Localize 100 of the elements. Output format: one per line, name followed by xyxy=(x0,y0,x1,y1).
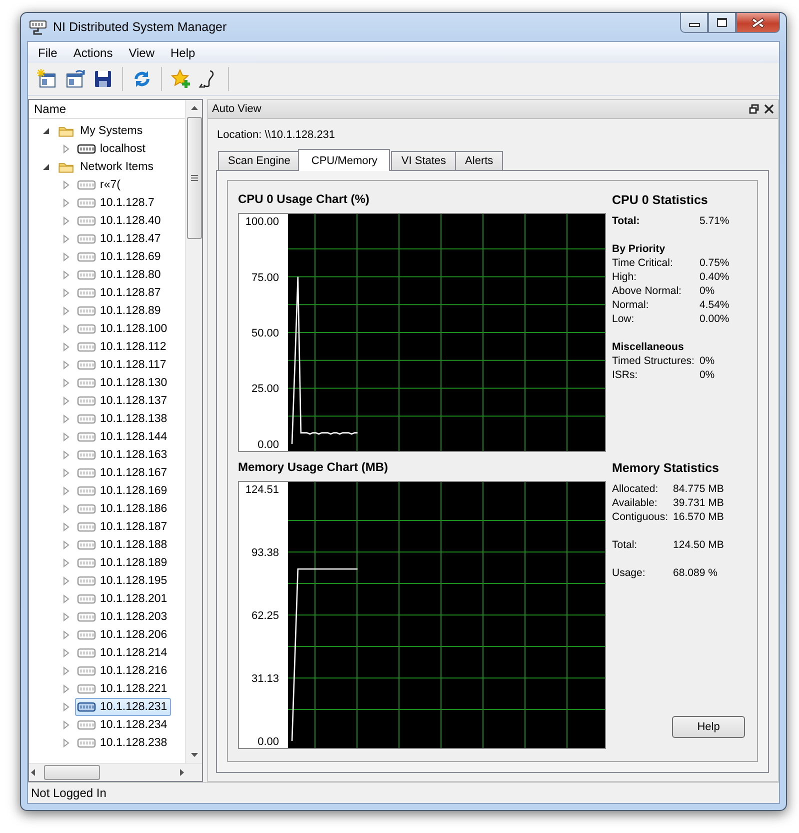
menu-item[interactable]: Help xyxy=(162,42,204,62)
tree-item[interactable]: 10.1.128.89 xyxy=(75,302,165,320)
tree-item[interactable]: 10.1.128.203 xyxy=(75,608,172,626)
expand-arrow-icon[interactable] xyxy=(61,522,71,532)
horizontal-scrollbar[interactable] xyxy=(29,763,202,781)
tree-item[interactable]: 10.1.128.80 xyxy=(75,266,165,284)
expand-arrow-icon[interactable] xyxy=(61,252,71,262)
scrollbar-thumb[interactable] xyxy=(186,117,202,239)
tree-item[interactable]: 10.1.128.40 xyxy=(75,212,165,230)
tab[interactable]: VI States xyxy=(391,151,456,170)
tree-item[interactable]: 10.1.128.187 xyxy=(75,518,172,536)
tree-item[interactable]: 10.1.128.112 xyxy=(75,338,170,356)
maximize-button[interactable] xyxy=(708,13,736,33)
tree-item[interactable]: My Systems xyxy=(55,122,147,140)
tree-item[interactable]: Network Items xyxy=(55,158,158,176)
tree-item[interactable]: 10.1.128.117 xyxy=(75,356,170,374)
expand-arrow-icon[interactable] xyxy=(61,216,71,226)
expand-arrow-icon[interactable] xyxy=(61,144,71,154)
expand-arrow-icon[interactable] xyxy=(61,504,71,514)
tree-item[interactable]: 10.1.128.130 xyxy=(75,374,172,392)
star-plus-icon[interactable] xyxy=(170,68,192,90)
collapse-arrow-icon[interactable] xyxy=(41,162,51,172)
expand-arrow-icon[interactable] xyxy=(61,270,71,280)
scroll-right-icon[interactable] xyxy=(177,768,186,777)
tree-item[interactable]: 10.1.128.189 xyxy=(75,554,172,572)
tree-item[interactable]: 10.1.128.231 xyxy=(75,698,172,716)
tree-item[interactable]: 10.1.128.163 xyxy=(75,446,172,464)
tab[interactable]: Scan Engine xyxy=(218,151,300,170)
stat-value: 16.570 MB xyxy=(673,510,724,524)
minimize-button[interactable] xyxy=(680,13,708,33)
tree-item[interactable]: localhost xyxy=(75,140,150,158)
device-icon xyxy=(77,539,96,551)
expand-arrow-icon[interactable] xyxy=(61,234,71,244)
tree-item[interactable]: 10.1.128.167 xyxy=(75,464,172,482)
expand-arrow-icon[interactable] xyxy=(61,324,71,334)
y-tick-label: 62.25 xyxy=(251,610,279,622)
tree-item[interactable]: 10.1.128.195 xyxy=(75,572,172,590)
menu-item[interactable]: File xyxy=(30,42,66,62)
expand-arrow-icon[interactable] xyxy=(61,594,71,604)
tree-item[interactable]: 10.1.128.186 xyxy=(75,500,172,518)
tree-item[interactable]: 10.1.128.206 xyxy=(75,626,172,644)
expand-arrow-icon[interactable] xyxy=(61,738,71,748)
expand-arrow-icon[interactable] xyxy=(61,558,71,568)
expand-arrow-icon[interactable] xyxy=(61,414,71,424)
expand-arrow-icon[interactable] xyxy=(61,486,71,496)
tree-item[interactable]: 10.1.128.169 xyxy=(75,482,172,500)
tree-item[interactable]: 10.1.128.100 xyxy=(75,320,172,338)
collapse-arrow-icon[interactable] xyxy=(41,126,51,136)
menu-item[interactable]: View xyxy=(120,42,162,62)
scrollbar-thumb[interactable] xyxy=(44,765,100,780)
tree-item[interactable]: 10.1.128.234 xyxy=(75,716,172,734)
expand-arrow-icon[interactable] xyxy=(61,540,71,550)
expand-arrow-icon[interactable] xyxy=(61,288,71,298)
expand-arrow-icon[interactable] xyxy=(61,720,71,730)
scroll-down-icon[interactable] xyxy=(190,750,198,759)
tree-item[interactable]: 10.1.128.214 xyxy=(75,644,172,662)
menu-item[interactable]: Actions xyxy=(65,42,121,62)
expand-arrow-icon[interactable] xyxy=(61,612,71,622)
tree-item[interactable]: 10.1.128.69 xyxy=(75,248,165,266)
window-arrow-icon[interactable] xyxy=(64,68,86,90)
expand-arrow-icon[interactable] xyxy=(61,342,71,352)
restore-icon[interactable] xyxy=(749,104,759,114)
scroll-left-icon[interactable] xyxy=(29,768,38,777)
tree-item[interactable]: r«7( xyxy=(75,176,124,194)
tree-item[interactable]: 10.1.128.47 xyxy=(75,230,165,248)
tab[interactable]: Alerts xyxy=(455,151,504,170)
tree-item[interactable]: 10.1.128.7 xyxy=(75,194,158,212)
tree-item[interactable]: 10.1.128.144 xyxy=(75,428,172,446)
tree-item[interactable]: 10.1.128.188 xyxy=(75,536,172,554)
expand-arrow-icon[interactable] xyxy=(61,468,71,478)
expand-arrow-icon[interactable] xyxy=(61,648,71,658)
close-icon[interactable] xyxy=(764,104,774,114)
expand-arrow-icon[interactable] xyxy=(61,306,71,316)
scroll-up-icon[interactable] xyxy=(190,104,198,113)
expand-arrow-icon[interactable] xyxy=(61,378,71,388)
help-button[interactable]: Help xyxy=(672,716,745,738)
tree-item[interactable]: 10.1.128.201 xyxy=(75,590,172,608)
close-button[interactable] xyxy=(736,13,780,33)
tab[interactable]: CPU/Memory xyxy=(298,149,390,171)
tree-item[interactable]: 10.1.128.138 xyxy=(75,410,172,428)
expand-arrow-icon[interactable] xyxy=(61,630,71,640)
expand-arrow-icon[interactable] xyxy=(61,666,71,676)
tree-item[interactable]: 10.1.128.137 xyxy=(75,392,172,410)
new-window-icon[interactable] xyxy=(36,68,58,90)
vertical-scrollbar[interactable] xyxy=(185,100,202,763)
save-icon[interactable] xyxy=(92,68,114,90)
tree-item[interactable]: 10.1.128.87 xyxy=(75,284,165,302)
expand-arrow-icon[interactable] xyxy=(61,702,71,712)
device-icon xyxy=(77,593,96,605)
expand-arrow-icon[interactable] xyxy=(61,450,71,460)
expand-arrow-icon[interactable] xyxy=(61,396,71,406)
tree-item[interactable]: 10.1.128.221 xyxy=(75,680,172,698)
expand-arrow-icon[interactable] xyxy=(61,360,71,370)
tree-item[interactable]: 10.1.128.238 xyxy=(75,734,172,752)
expand-arrow-icon[interactable] xyxy=(61,180,71,190)
expand-arrow-icon[interactable] xyxy=(61,198,71,208)
expand-arrow-icon[interactable] xyxy=(61,576,71,586)
tree-item[interactable]: 10.1.128.216 xyxy=(75,662,172,680)
expand-arrow-icon[interactable] xyxy=(61,432,71,442)
expand-arrow-icon[interactable] xyxy=(61,684,71,694)
